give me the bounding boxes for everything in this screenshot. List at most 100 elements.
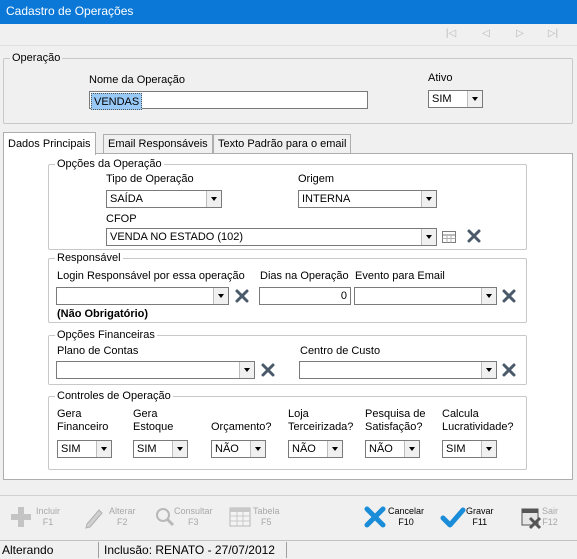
tabela-label: Tabela (253, 506, 280, 516)
centro-custo-select[interactable] (299, 361, 497, 379)
consultar-key: F3 (188, 517, 199, 527)
cfop-value: VENDA NO ESTADO (102) (110, 231, 244, 243)
consultar-button[interactable]: Consultar F3 (146, 496, 222, 540)
chevron-down-icon[interactable] (239, 362, 254, 378)
next-record-icon[interactable]: ▷ (513, 28, 527, 40)
gera-estoque-select[interactable]: SIM (133, 440, 188, 458)
tabela-key: F5 (261, 517, 272, 527)
gera-financeiro-label-1: Gera (57, 408, 82, 420)
clear-login-x-icon[interactable] (234, 288, 250, 304)
gera-estoque-value: SIM (137, 443, 157, 455)
exit-icon (521, 508, 542, 530)
cfop-label: CFOP (106, 213, 137, 225)
sair-label: Sair (542, 506, 559, 516)
chevron-down-icon[interactable] (421, 191, 436, 207)
login-responsavel-select[interactable] (56, 287, 229, 305)
window-title: Cadastro de Operações (6, 4, 134, 18)
last-record-icon[interactable]: ▷| (546, 28, 560, 40)
centro-custo-label: Centro de Custo (300, 345, 381, 357)
calcula-lucratividade-label-1: Calcula (442, 408, 479, 420)
chevron-down-icon[interactable] (213, 288, 228, 304)
tab-email-responsaveis[interactable]: Email Responsáveis (103, 134, 213, 154)
checkmark-icon (440, 507, 466, 528)
nome-operacao-label: Nome da Operação (89, 74, 185, 86)
ativo-label: Ativo (428, 72, 453, 84)
ativo-value: SIM (432, 93, 452, 105)
responsavel-legend: Responsável (57, 252, 121, 264)
chevron-down-icon[interactable] (421, 229, 436, 245)
gera-financeiro-label-2: Financeiro (57, 421, 109, 433)
cancel-x-icon (364, 506, 386, 528)
ativo-select[interactable]: SIM (428, 90, 483, 108)
table-icon (229, 507, 251, 527)
opcoes-financeiras-legend: Opções Financeiras (57, 329, 155, 341)
plus-icon (11, 507, 31, 527)
status-info: Inclusão: RENATO - 27/07/2012 (104, 543, 275, 557)
login-responsavel-label: Login Responsável por essa operação (57, 270, 245, 282)
gera-estoque-label-2: Estoque (133, 421, 174, 433)
tab-dados-principais[interactable]: Dados Principais (3, 132, 96, 155)
loja-terceirizada-value: NÃO (292, 443, 316, 455)
calculator-icon[interactable] (441, 229, 457, 245)
loja-terceirizada-select[interactable]: NÃO (288, 440, 343, 458)
chevron-down-icon[interactable] (467, 91, 482, 107)
status-bar: Alterando Inclusão: RENATO - 27/07/2012 (0, 540, 577, 559)
nao-obrigatorio-note: (Não Obrigatório) (57, 308, 149, 320)
orcamento-select[interactable]: NÃO (211, 440, 266, 458)
chevron-down-icon[interactable] (481, 441, 496, 457)
plano-contas-select[interactable] (56, 361, 255, 379)
cancelar-label: Cancelar (388, 506, 425, 516)
first-record-icon[interactable]: |◁ (444, 28, 458, 40)
clear-cfop-x-icon[interactable] (466, 228, 482, 244)
gravar-key: F11 (472, 517, 488, 527)
opcoes-operacao-legend: Opções da Operação (57, 158, 162, 170)
origem-label: Origem (298, 173, 335, 185)
chevron-down-icon[interactable] (250, 441, 265, 457)
pesquisa-satisfacao-label-1: Pesquisa de (365, 408, 426, 420)
origem-value: INTERNA (302, 193, 351, 205)
dias-operacao-label: Dias na Operação (260, 270, 349, 282)
dias-operacao-input[interactable]: 0 (259, 287, 351, 305)
cancelar-button[interactable]: Cancelar F10 (356, 496, 432, 540)
nome-operacao-value: VENDAS (91, 93, 143, 110)
evento-email-label: Evento para Email (355, 270, 445, 282)
clear-evento-x-icon[interactable] (501, 288, 517, 304)
previous-record-icon[interactable]: ◁ (479, 28, 493, 40)
evento-email-select[interactable] (354, 287, 497, 305)
chevron-down-icon[interactable] (206, 191, 221, 207)
calcula-lucratividade-select[interactable]: SIM (442, 440, 497, 458)
window-title-bar: Cadastro de Operações (0, 0, 577, 24)
tipo-operacao-select[interactable]: SAÍDA (106, 190, 222, 208)
orcamento-value: NÃO (215, 443, 239, 455)
incluir-key: F1 (42, 517, 54, 527)
chevron-down-icon[interactable] (404, 441, 419, 457)
gravar-label: Gravar (466, 506, 494, 516)
sair-button[interactable]: Sair F12 (512, 496, 576, 540)
chevron-down-icon[interactable] (96, 441, 111, 457)
loja-terceirizada-label-2: Terceirizada? (288, 421, 354, 433)
gravar-button[interactable]: Gravar F11 (434, 496, 504, 540)
pesquisa-satisfacao-label-2: Satisfação? (365, 421, 423, 433)
nome-operacao-input[interactable]: VENDAS (89, 91, 368, 110)
clear-centro-x-icon[interactable] (501, 362, 517, 378)
plano-contas-label: Plano de Contas (57, 345, 139, 357)
cfop-select[interactable]: VENDA NO ESTADO (102) (106, 228, 437, 246)
chevron-down-icon[interactable] (327, 441, 342, 457)
chevron-down-icon[interactable] (481, 288, 496, 304)
calcula-lucratividade-value: SIM (446, 443, 466, 455)
alterar-label: Alterar (109, 506, 136, 516)
clear-plano-x-icon[interactable] (260, 362, 276, 378)
tab-texto-padrao-email[interactable]: Texto Padrão para o email (213, 134, 352, 154)
gera-financeiro-select[interactable]: SIM (57, 440, 112, 458)
status-divider (98, 542, 99, 558)
status-mode: Alterando (2, 543, 54, 557)
chevron-down-icon[interactable] (481, 362, 496, 378)
chevron-down-icon[interactable] (172, 441, 187, 457)
incluir-button[interactable]: Incluir F1 (2, 496, 72, 540)
pesquisa-satisfacao-select[interactable]: NÃO (365, 440, 420, 458)
tabela-button[interactable]: Tabela F5 (221, 496, 291, 540)
tipo-operacao-label: Tipo de Operação (106, 173, 194, 185)
alterar-button[interactable]: Alterar F2 (75, 496, 145, 540)
origem-select[interactable]: INTERNA (298, 190, 437, 208)
sair-key: F12 (542, 517, 558, 527)
